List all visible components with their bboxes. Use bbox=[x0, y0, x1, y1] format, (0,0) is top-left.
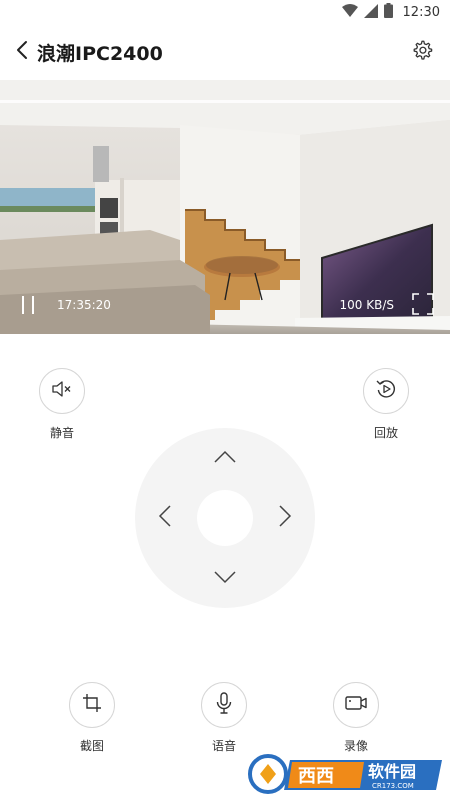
svg-text:西西: 西西 bbox=[298, 766, 334, 787]
page-title: 浪潮IPC2400 bbox=[37, 43, 163, 65]
fullscreen-icon bbox=[412, 293, 434, 319]
playback-label: 回放 bbox=[373, 426, 398, 440]
pause-icon-bar-left bbox=[22, 296, 24, 314]
video-timestamp: 17:35:20 bbox=[57, 298, 111, 312]
battery-icon bbox=[383, 2, 393, 22]
live-video-view[interactable]: 17:35:20 100 KB/S bbox=[0, 80, 450, 334]
microphone-icon bbox=[215, 692, 233, 718]
ptz-left-button[interactable] bbox=[151, 504, 179, 532]
fullscreen-button[interactable] bbox=[412, 293, 434, 315]
settings-button[interactable] bbox=[408, 38, 436, 66]
chevron-up-icon bbox=[213, 449, 237, 468]
header-bar: 浪潮IPC2400 bbox=[0, 24, 450, 80]
video-camera-icon bbox=[345, 695, 367, 715]
mute-button[interactable] bbox=[39, 368, 85, 414]
playback-button[interactable] bbox=[363, 368, 409, 414]
voice-button[interactable] bbox=[201, 682, 247, 728]
chevron-left-icon bbox=[15, 40, 29, 64]
screenshot-label: 截图 bbox=[79, 739, 104, 753]
svg-text:软件园: 软件园 bbox=[368, 762, 416, 781]
ptz-right-button[interactable] bbox=[271, 504, 299, 532]
screenshot-button[interactable] bbox=[69, 682, 115, 728]
status-time: 12:30 bbox=[402, 4, 440, 20]
chevron-down-icon bbox=[213, 569, 237, 588]
gear-icon bbox=[411, 39, 433, 65]
cell-signal-icon bbox=[363, 3, 378, 22]
chevron-left-icon bbox=[158, 504, 172, 532]
video-bitrate: 100 KB/S bbox=[339, 298, 394, 312]
pause-button[interactable] bbox=[18, 294, 38, 316]
svg-text:CR173.COM: CR173.COM bbox=[372, 782, 414, 790]
video-controls-bar: 17:35:20 100 KB/S bbox=[0, 274, 450, 334]
mute-label: 静音 bbox=[49, 426, 74, 440]
pause-icon-bar-right bbox=[32, 296, 34, 314]
ptz-down-button[interactable] bbox=[211, 564, 239, 592]
site-watermark-logo: 西西 软件园 CR173.COM bbox=[246, 750, 446, 796]
wifi-icon bbox=[341, 3, 358, 22]
record-button[interactable] bbox=[333, 682, 379, 728]
ptz-center-button[interactable] bbox=[197, 490, 253, 546]
crop-icon bbox=[82, 693, 102, 717]
replay-icon bbox=[375, 378, 397, 404]
ptz-up-button[interactable] bbox=[211, 444, 239, 472]
back-button[interactable] bbox=[8, 36, 36, 68]
chevron-right-icon bbox=[278, 504, 292, 532]
ptz-direction-pad bbox=[135, 428, 315, 608]
status-bar: 12:30 bbox=[0, 0, 450, 24]
speaker-muted-icon bbox=[51, 379, 73, 403]
